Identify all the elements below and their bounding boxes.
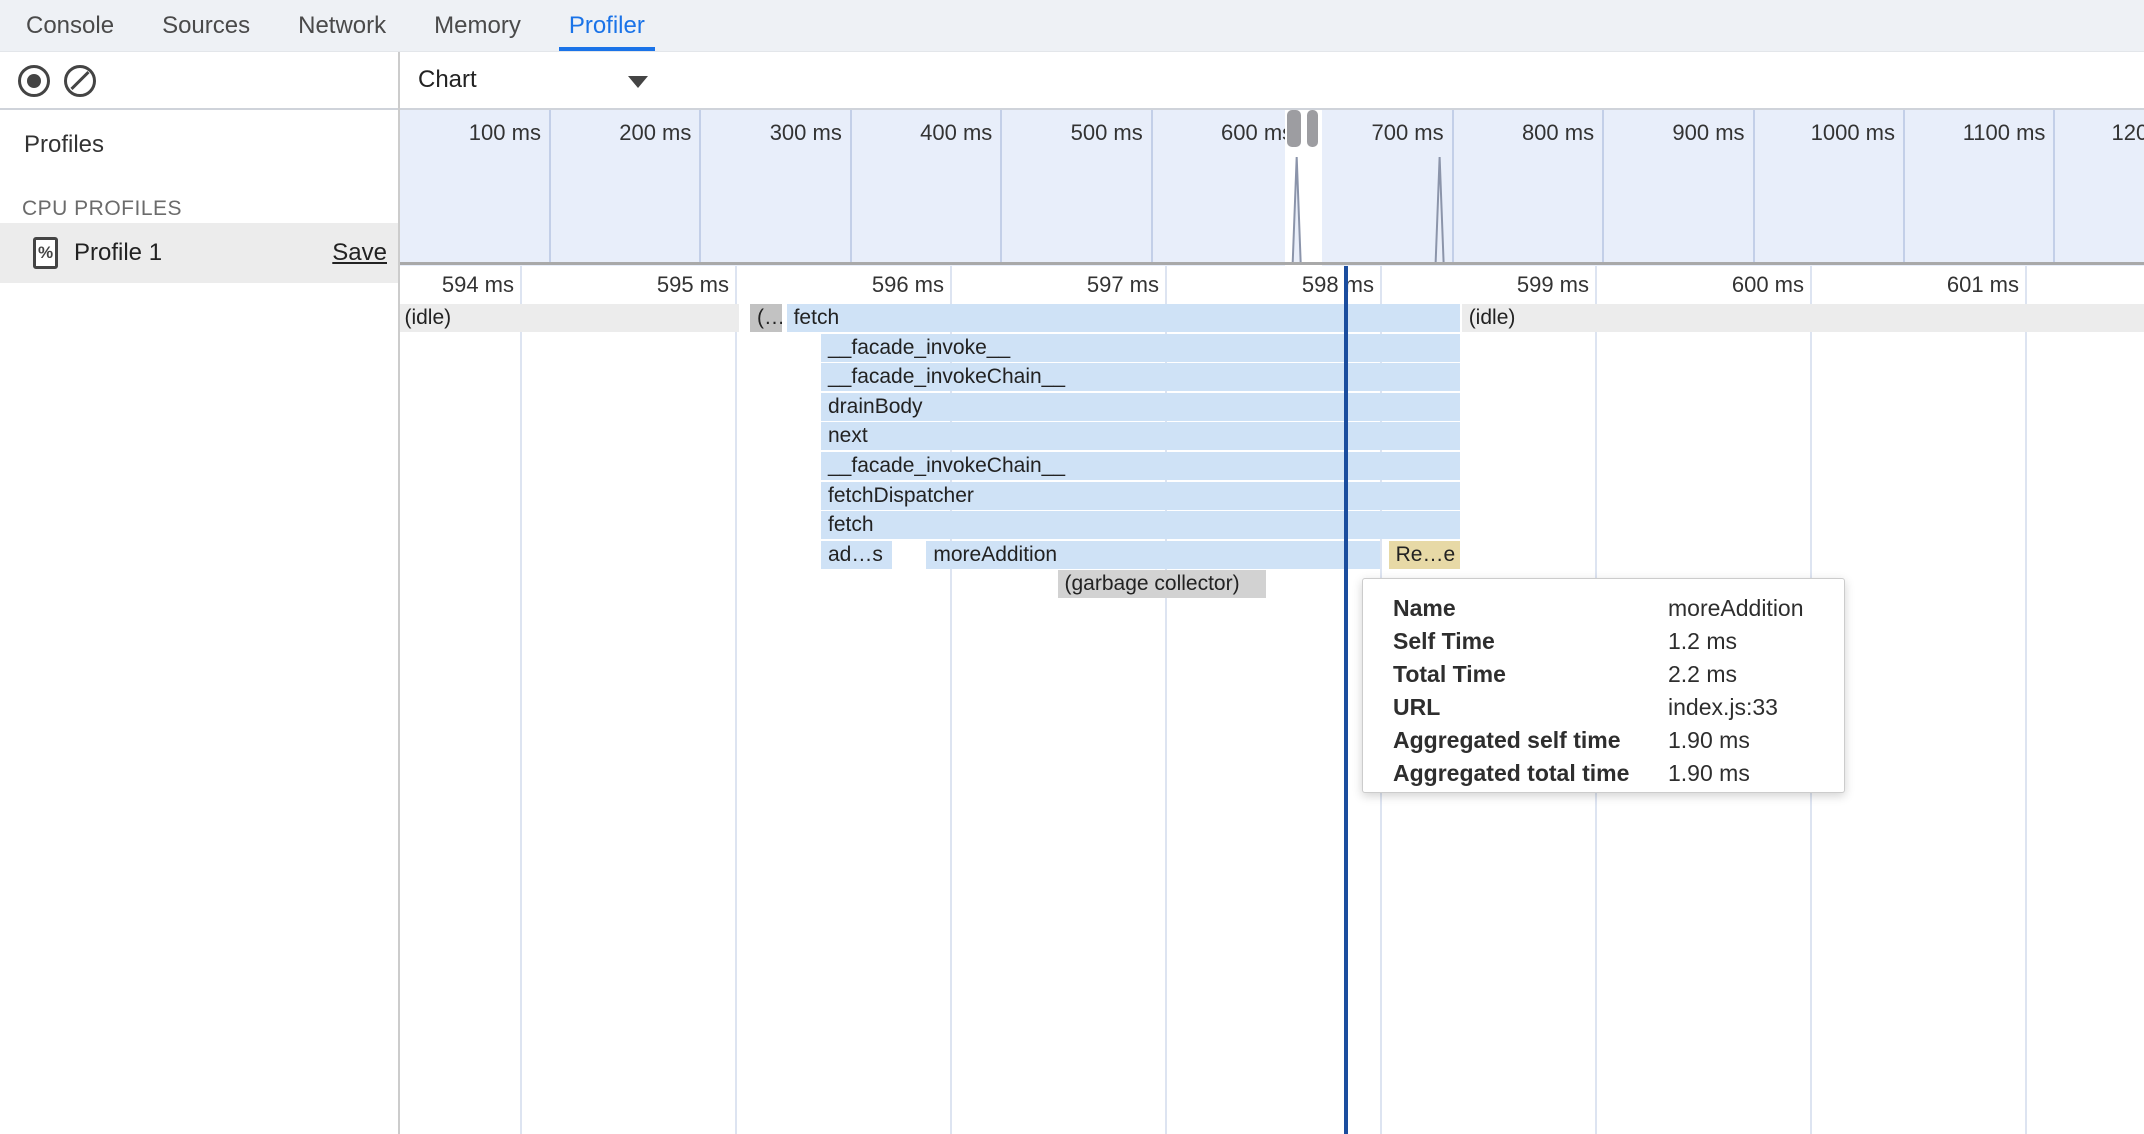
flame-gridline [520,266,522,1134]
timeline-overview[interactable]: 100 ms200 ms300 ms400 ms500 ms600 ms700 … [400,110,2144,266]
tooltip-value: 1.90 ms [1668,724,1750,757]
flame-bar--[interactable]: (… [750,304,782,332]
ruler-tick-label: 599 ms [1389,272,1589,298]
flame-bar-re-e[interactable]: Re…e [1389,541,1460,569]
chevron-down-icon [628,76,648,88]
ruler-tick-label: 596 ms [744,272,944,298]
tooltip-label: Aggregated self time [1393,724,1621,757]
chart-toolbar: Chart [400,52,2144,108]
cpu-activity-spikes [400,110,2144,266]
overview-baseline [400,262,2144,265]
view-mode-label: Chart [418,66,477,94]
tooltip-label: Name [1393,592,1456,625]
flame-bar--facade-invokechain-[interactable]: __facade_invokeChain__ [821,452,1460,480]
flame-gridline [735,266,737,1134]
tooltip-label: Total Time [1393,658,1506,691]
flame-bar-ad-s[interactable]: ad…s [821,541,892,569]
ruler-tick-label: 600 ms [1604,272,1804,298]
ruler-tick-label: 597 ms [959,272,1159,298]
ruler-tick-label: 601 ms [1819,272,2019,298]
tab-console[interactable]: Console [16,0,124,51]
tooltip-row: Self Time 1.2 ms [1363,625,1844,658]
tooltip-value: moreAddition [1668,592,1804,625]
flame-bar-fetch[interactable]: fetch [787,304,1460,332]
profile-list-item[interactable]: % Profile 1 Save [0,223,398,283]
tooltip-row: Aggregated self time 1.90 ms [1363,724,1844,757]
tooltip-label: Aggregated total time [1393,757,1629,790]
flame-gridline [2025,266,2027,1134]
tooltip-value: 1.2 ms [1668,625,1737,658]
tooltip-value: index.js:33 [1668,691,1778,724]
view-mode-select[interactable]: Chart [418,52,477,108]
clear-icon[interactable] [64,65,96,97]
flame-bar--facade-invoke-[interactable]: __facade_invoke__ [821,334,1460,362]
save-profile-link[interactable]: Save [332,239,387,267]
tooltip-row: URL index.js:33 [1363,691,1844,724]
tab-bar: Console Sources Network Memory Profiler [0,0,2144,52]
flame-bar--idle-[interactable]: (idle) [400,304,739,332]
flame-bar--idle-[interactable]: (idle) [1462,304,2144,332]
tooltip-row: Total Time 2.2 ms [1363,658,1844,691]
tab-profiler[interactable]: Profiler [559,0,655,51]
flame-bar-moreaddition[interactable]: moreAddition [926,541,1380,569]
tab-network[interactable]: Network [288,0,396,51]
tooltip-label: Self Time [1393,625,1495,658]
flame-bar-fetch[interactable]: fetch [821,511,1460,539]
flame-bar-drainbody[interactable]: drainBody [821,393,1460,421]
profiler-toolbar [0,52,398,108]
tooltip-label: URL [1393,691,1440,724]
profile-name: Profile 1 [74,239,162,267]
flame-bar--facade-invokechain-[interactable]: __facade_invokeChain__ [821,363,1460,391]
tooltip-value: 2.2 ms [1668,658,1737,691]
ruler-tick-label: 594 ms [400,272,514,298]
sidebar-title: Profiles [24,131,104,159]
sidebar-section-cpu-profiles: CPU PROFILES [22,197,182,221]
tooltip-row: Aggregated total time 1.90 ms [1363,757,1844,790]
tooltip-row: Name moreAddition [1363,592,1844,625]
tooltip-value: 1.90 ms [1668,757,1750,790]
frame-tooltip: NamemoreAdditionSelf Time1.2 msTotal Tim… [1362,578,1845,793]
flame-bar--garbage-collector-[interactable]: (garbage collector) [1058,570,1267,598]
flame-bar-fetchdispatcher[interactable]: fetchDispatcher [821,482,1460,510]
profile-document-icon: % [33,237,58,269]
ruler-tick-label: 595 ms [529,272,729,298]
record-icon[interactable] [18,65,50,97]
tab-memory[interactable]: Memory [424,0,531,51]
flame-bar-next[interactable]: next [821,422,1460,450]
playhead-line[interactable] [1344,266,1348,1134]
flame-chart[interactable]: 594 ms595 ms596 ms597 ms598 ms599 ms600 … [400,266,2144,1134]
devtools-profiler-panel: Console Sources Network Memory Profiler Char… [0,0,2144,1134]
tab-sources[interactable]: Sources [152,0,260,51]
